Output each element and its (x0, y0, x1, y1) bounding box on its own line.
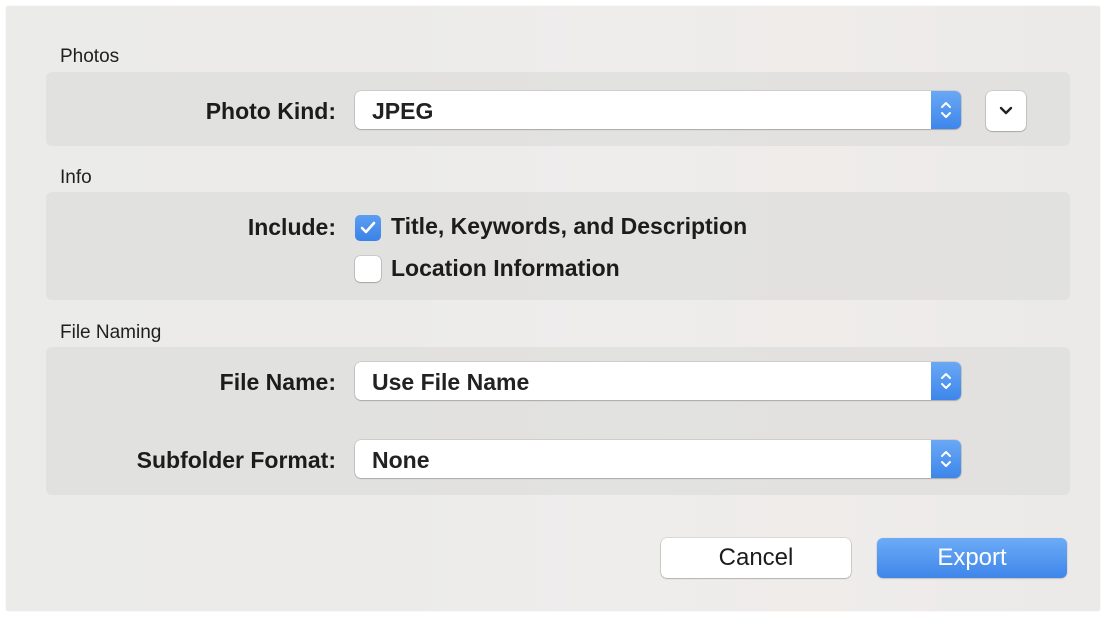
file-name-popup[interactable]: Use File Name (355, 362, 961, 400)
disclosure-button[interactable] (986, 91, 1026, 131)
file-name-label: File Name: (219, 369, 336, 395)
section-heading-file-naming: File Naming (60, 322, 162, 343)
checkmark-icon (360, 221, 376, 234)
section-heading-info: Info (60, 167, 92, 188)
info-group (46, 192, 1070, 300)
photo-kind-value: JPEG (372, 98, 434, 124)
subfolder-format-label: Subfolder Format: (136, 447, 336, 473)
export-dialog: Photos Photo Kind: JPEG Info Include: Ti… (6, 6, 1100, 611)
export-button[interactable]: Export (877, 538, 1067, 578)
chevron-down-icon (999, 106, 1013, 115)
section-heading-photos: Photos (60, 46, 120, 67)
subfolder-format-value: None (372, 447, 430, 473)
checkbox-label-location-information[interactable]: Location Information (391, 255, 620, 282)
checkbox-title-keywords-description[interactable] (355, 215, 381, 241)
photo-kind-popup[interactable]: JPEG (355, 91, 961, 129)
up-down-chevrons-icon (931, 362, 961, 400)
cancel-button[interactable]: Cancel (661, 538, 851, 578)
photo-kind-label: Photo Kind: (205, 98, 336, 124)
checkbox-label-title-keywords-description[interactable]: Title, Keywords, and Description (391, 213, 747, 240)
subfolder-format-popup[interactable]: None (355, 440, 961, 478)
up-down-chevrons-icon (931, 91, 961, 129)
up-down-chevrons-icon (931, 440, 961, 478)
checkbox-location-information[interactable] (355, 256, 381, 282)
include-label: Include: (247, 214, 336, 240)
file-name-value: Use File Name (372, 369, 530, 395)
